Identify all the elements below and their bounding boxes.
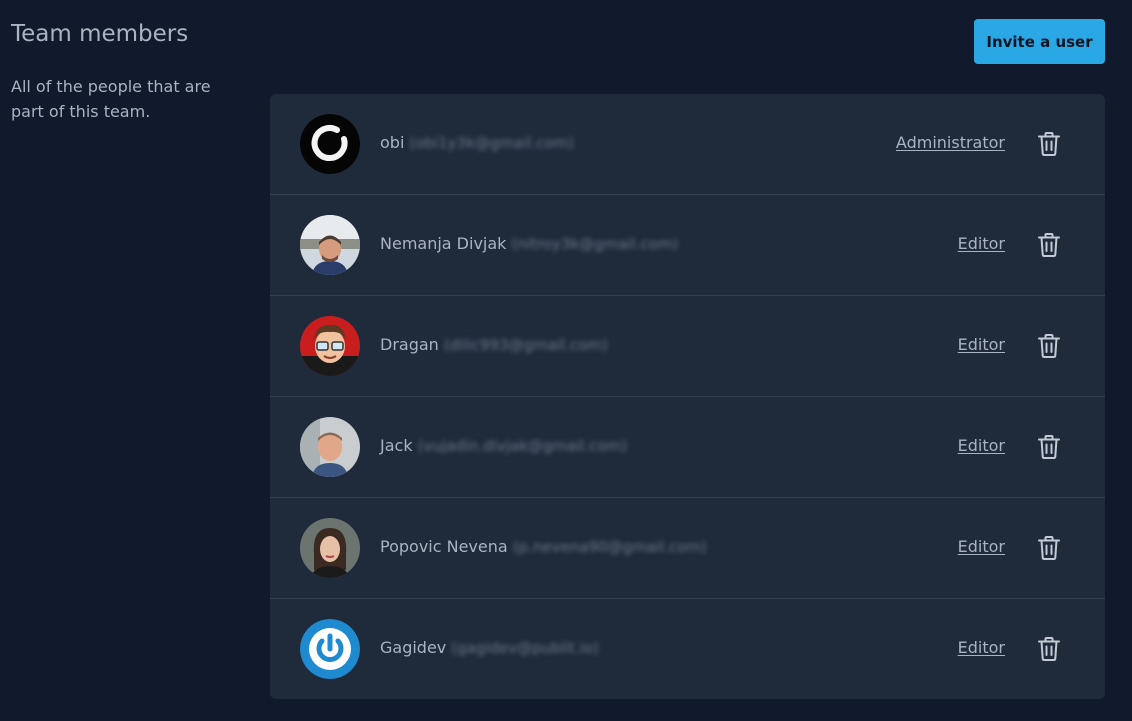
member-info: Nemanja Divjak (nitroy3k@gmail.com) xyxy=(380,233,678,255)
member-info: Dragan (dilic993@gmail.com) xyxy=(380,334,608,356)
member-name: Popovic Nevena xyxy=(380,537,508,556)
trash-icon xyxy=(1038,132,1060,156)
photo-avatar xyxy=(300,518,360,578)
member-row: Gagidev (gagidev@publit.io) Editor xyxy=(270,599,1105,699)
member-name: Dragan xyxy=(380,335,439,354)
members-list: obi (obi1y3k@gmail.com) Administrator Ne… xyxy=(270,94,1105,699)
role-link[interactable]: Editor xyxy=(958,334,1005,356)
role-link[interactable]: Editor xyxy=(958,233,1005,255)
delete-member-button[interactable] xyxy=(1034,230,1064,260)
member-row: Nemanja Divjak (nitroy3k@gmail.com) Edito… xyxy=(270,195,1105,296)
team-members-page: Team members All of the people that are … xyxy=(0,0,1132,721)
member-email: (gagidev@publit.io) xyxy=(451,639,599,657)
member-info: Gagidev (gagidev@publit.io) xyxy=(380,637,599,659)
trash-icon xyxy=(1038,435,1060,459)
delete-member-button[interactable] xyxy=(1034,331,1064,361)
power-logo-avatar xyxy=(300,619,360,679)
trash-icon xyxy=(1038,334,1060,358)
trash-icon xyxy=(1038,233,1060,257)
member-name: Gagidev xyxy=(380,638,447,657)
member-email: (obi1y3k@gmail.com) xyxy=(409,134,575,152)
member-row: Popovic Nevena (p.nevena90@gmail.com) Edi… xyxy=(270,498,1105,599)
delete-member-button[interactable] xyxy=(1034,533,1064,563)
delete-member-button[interactable] xyxy=(1034,129,1064,159)
member-name: Jack xyxy=(380,436,413,455)
photo-avatar xyxy=(300,417,360,477)
role-link[interactable]: Editor xyxy=(958,637,1005,659)
member-info: Jack (vujadin.divjak@gmail.com) xyxy=(380,435,627,457)
role-link[interactable]: Editor xyxy=(958,536,1005,558)
member-info: obi (obi1y3k@gmail.com) xyxy=(380,132,574,154)
trash-icon xyxy=(1038,637,1060,661)
invite-user-button[interactable]: Invite a user xyxy=(974,19,1105,64)
member-info: Popovic Nevena (p.nevena90@gmail.com) xyxy=(380,536,707,558)
member-email: (dilic993@gmail.com) xyxy=(443,336,608,354)
role-link[interactable]: Editor xyxy=(958,435,1005,457)
member-row: obi (obi1y3k@gmail.com) Administrator xyxy=(270,94,1105,195)
section-description: All of the people that are part of this … xyxy=(11,77,211,121)
delete-member-button[interactable] xyxy=(1034,432,1064,462)
member-row: Dragan (dilic993@gmail.com) Editor xyxy=(270,296,1105,397)
section-title: Team members xyxy=(11,21,189,47)
photo-avatar xyxy=(300,215,360,275)
member-row: Jack (vujadin.divjak@gmail.com) Editor xyxy=(270,397,1105,498)
member-name: obi xyxy=(380,133,405,152)
enso-circle-avatar xyxy=(300,114,360,174)
member-name: Nemanja Divjak xyxy=(380,234,507,253)
cartoon-avatar xyxy=(300,316,360,376)
member-email: (p.nevena90@gmail.com) xyxy=(512,538,707,556)
member-email: (nitroy3k@gmail.com) xyxy=(511,235,679,253)
member-email: (vujadin.divjak@gmail.com) xyxy=(417,437,628,455)
trash-icon xyxy=(1038,536,1060,560)
role-link[interactable]: Administrator xyxy=(896,132,1005,154)
delete-member-button[interactable] xyxy=(1034,634,1064,664)
